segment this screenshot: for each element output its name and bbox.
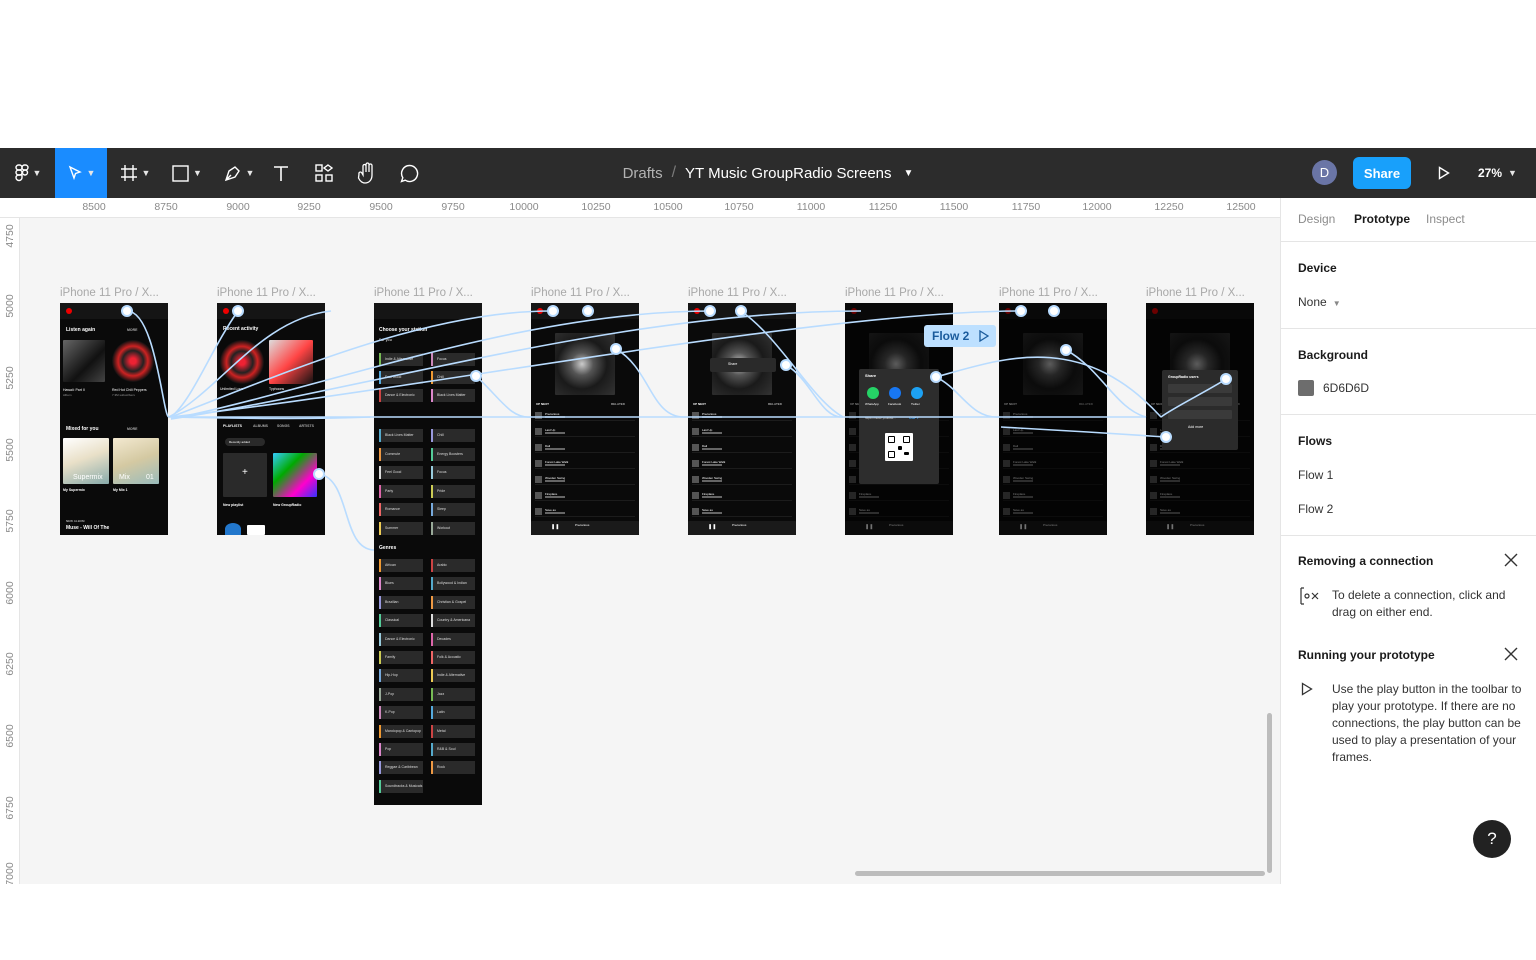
ruler-tick: 6000 xyxy=(4,581,16,605)
main-menu-button[interactable]: ▼ xyxy=(8,148,48,198)
shape-tool-button[interactable]: ▼ xyxy=(166,148,208,198)
flow-starting-point[interactable]: Flow 2 xyxy=(924,325,996,347)
ruler-left: 4750 5000 5250 5500 5750 6000 6250 6500 … xyxy=(0,218,20,884)
chevron-down-icon: ▼ xyxy=(32,168,42,178)
chevron-down-icon: ▼ xyxy=(245,168,255,178)
comment-tool-button[interactable] xyxy=(394,148,424,198)
running-prototype-title: Running your prototype xyxy=(1298,648,1435,662)
removing-connection-text: To delete a connection, click and drag o… xyxy=(1332,588,1506,619)
text-tool-button[interactable] xyxy=(266,148,296,198)
ruler-tick: 11250 xyxy=(868,201,898,213)
ruler-tick: 8750 xyxy=(154,201,178,213)
pen-tool-icon xyxy=(224,166,240,182)
ruler-tick: 10500 xyxy=(653,201,683,213)
close-icon[interactable] xyxy=(1503,552,1519,568)
flow-name: Flow 2 xyxy=(932,329,970,343)
ruler-tick: 10000 xyxy=(509,201,539,213)
ruler-tick: 7000 xyxy=(4,862,16,884)
running-prototype-text: Use the play button in the toolbar to pl… xyxy=(1332,682,1522,764)
breadcrumb-separator: / xyxy=(671,164,677,181)
present-button[interactable] xyxy=(1430,158,1458,188)
move-tool-button[interactable]: ▼ xyxy=(55,148,107,198)
zoom-control[interactable]: 27% ▼ xyxy=(1478,148,1517,198)
device-value: None xyxy=(1298,295,1327,309)
comment-icon xyxy=(399,164,418,183)
prototype-connections[interactable] xyxy=(21,219,1279,884)
share-button[interactable]: Share xyxy=(1353,157,1411,189)
file-name[interactable]: YT Music GroupRadio Screens xyxy=(685,165,891,182)
background-hex[interactable]: 6D6D6D xyxy=(1323,381,1369,395)
ruler-tick: 11000 xyxy=(796,201,826,213)
divider xyxy=(1281,414,1536,415)
tab-design[interactable]: Design xyxy=(1298,212,1335,226)
avatar[interactable]: D xyxy=(1312,160,1337,185)
ruler-tick: 9250 xyxy=(297,201,321,213)
background-color-swatch[interactable] xyxy=(1298,380,1314,396)
ruler-tick: 9000 xyxy=(226,201,250,213)
chevron-down-icon: ▼ xyxy=(1332,299,1341,308)
ruler-tick: 12500 xyxy=(1226,201,1256,213)
frame-tool-button[interactable]: ▼ xyxy=(114,148,156,198)
device-title: Device xyxy=(1298,261,1337,275)
chevron-down-icon: ▼ xyxy=(193,168,202,178)
ruler-tick: 8500 xyxy=(82,201,106,213)
move-tool-icon xyxy=(68,165,82,181)
toolbar: ▼ ▼ ▼ ▼ ▼ Drafts / YT Music GroupRadio S… xyxy=(0,148,1536,198)
play-icon[interactable] xyxy=(979,330,990,342)
ruler-tick: 10250 xyxy=(581,201,611,213)
device-select[interactable]: None ▼ xyxy=(1298,295,1341,309)
divider xyxy=(1281,535,1536,536)
hand-tool-icon xyxy=(357,162,373,184)
breadcrumb-drafts[interactable]: Drafts xyxy=(623,165,663,182)
tab-prototype[interactable]: Prototype xyxy=(1354,212,1410,226)
figma-app: ▼ ▼ ▼ ▼ ▼ Drafts / YT Music GroupRadio S… xyxy=(0,148,1536,884)
ruler-tick: 12000 xyxy=(1082,201,1112,213)
chevron-down-icon: ▼ xyxy=(141,168,151,178)
ruler-tick: 5250 xyxy=(4,366,16,390)
hand-tool-button[interactable] xyxy=(352,148,382,198)
play-icon xyxy=(1438,166,1450,180)
ruler-tick: 6250 xyxy=(4,652,16,676)
ruler-tick: 5000 xyxy=(4,294,16,318)
flow-item[interactable]: Flow 2 xyxy=(1298,502,1333,516)
chevron-down-icon[interactable]: ▼ xyxy=(904,168,914,179)
removing-connection-title: Removing a connection xyxy=(1298,554,1434,568)
shape-tool-icon xyxy=(172,164,189,182)
chevron-down-icon: ▼ xyxy=(1508,168,1517,178)
ruler-tick: 9750 xyxy=(441,201,465,213)
design-canvas[interactable]: iPhone 11 Pro / X... iPhone 11 Pro / X..… xyxy=(21,219,1279,884)
horizontal-scrollbar[interactable] xyxy=(855,871,1265,876)
close-icon[interactable] xyxy=(1503,646,1519,662)
resources-icon xyxy=(315,164,333,182)
flow-item[interactable]: Flow 1 xyxy=(1298,468,1333,482)
connection-delete-icon xyxy=(1300,587,1319,605)
ruler-tick: 9500 xyxy=(369,201,393,213)
flows-title: Flows xyxy=(1298,434,1333,448)
vertical-scrollbar[interactable] xyxy=(1267,713,1272,873)
tab-inspect[interactable]: Inspect xyxy=(1426,212,1465,226)
ruler-tick: 11500 xyxy=(939,201,969,213)
help-button[interactable]: ? xyxy=(1473,820,1511,858)
figma-menu-icon xyxy=(14,164,29,182)
background-title: Background xyxy=(1298,348,1369,362)
frame-tool-icon xyxy=(120,165,137,181)
zoom-level: 27% xyxy=(1478,166,1503,180)
properties-panel: Design Prototype Inspect Device None ▼ Ba… xyxy=(1280,198,1536,884)
divider xyxy=(1281,328,1536,329)
resources-button[interactable] xyxy=(309,148,339,198)
ruler-tick: 12250 xyxy=(1154,201,1184,213)
ruler-tick: 5500 xyxy=(4,438,16,462)
panel-tabs: Design Prototype Inspect xyxy=(1281,198,1536,242)
chevron-down-icon: ▼ xyxy=(86,168,96,178)
play-icon xyxy=(1301,682,1313,696)
ruler-tick: 6750 xyxy=(4,796,16,820)
ruler-top: 8500 8750 9000 9250 9500 9750 10000 1025… xyxy=(0,198,1280,218)
ruler-tick: 10750 xyxy=(724,201,754,213)
ruler-tick: 5750 xyxy=(4,509,16,533)
pen-tool-button[interactable]: ▼ xyxy=(218,148,260,198)
text-tool-icon xyxy=(274,165,288,181)
ruler-tick: 11750 xyxy=(1011,201,1041,213)
ruler-tick: 4750 xyxy=(4,224,16,248)
ruler-tick: 6500 xyxy=(4,724,16,748)
